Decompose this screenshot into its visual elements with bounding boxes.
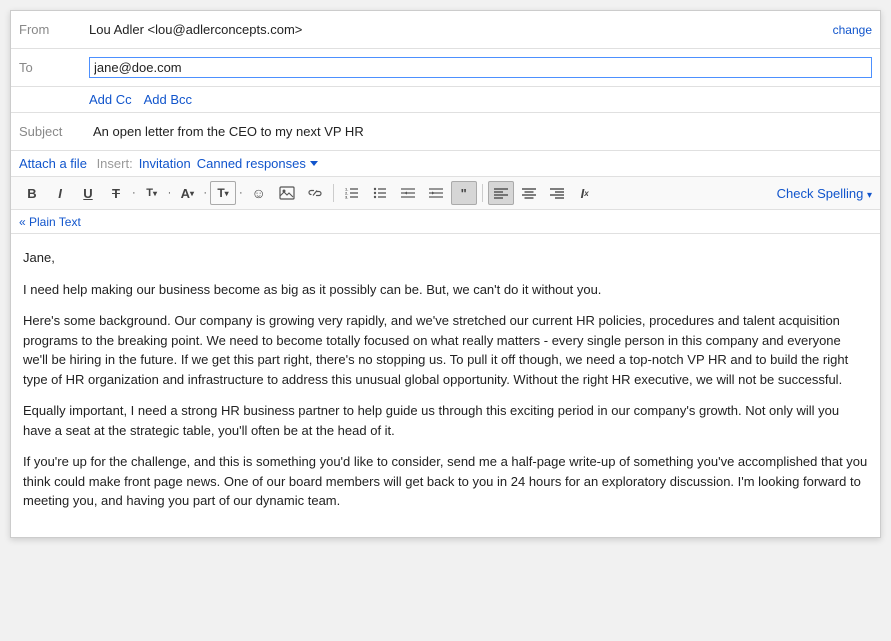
toolbar-divider2 <box>482 184 483 202</box>
bold-button[interactable]: B <box>19 181 45 205</box>
align-right-button[interactable] <box>544 181 570 205</box>
check-spelling-button[interactable]: Check Spelling ▾ <box>777 186 872 201</box>
svg-text:3.: 3. <box>345 195 348 200</box>
email-body[interactable]: Jane, I need help making our business be… <box>11 234 880 537</box>
unordered-list-button[interactable] <box>367 181 393 205</box>
indent-more-button[interactable] <box>423 181 449 205</box>
ordered-list-button[interactable]: 1. 2. 3. <box>339 181 365 205</box>
insert-separator: Insert: <box>93 156 133 171</box>
font-size-button[interactable]: T▾ <box>139 181 165 205</box>
italic-button[interactable]: I <box>47 181 73 205</box>
align-left-button[interactable] <box>488 181 514 205</box>
subject-input[interactable] <box>89 122 872 141</box>
paragraph3: Equally important, I need a strong HR bu… <box>23 401 868 440</box>
image-button[interactable] <box>274 181 300 205</box>
cc-bcc-row: Add Cc Add Bcc <box>11 87 880 113</box>
font-color-button[interactable]: A▾ <box>174 181 200 205</box>
format-toolbar: B I U T · T▾ · A▾ · T▾ · ☺ <box>11 177 880 210</box>
blockquote-button[interactable]: " <box>451 181 477 205</box>
link-button[interactable] <box>302 181 328 205</box>
paragraph2: Here's some background. Our company is g… <box>23 311 868 389</box>
emoji-button[interactable]: ☺ <box>246 181 272 205</box>
strikethrough-button[interactable]: T <box>103 181 129 205</box>
indent-less-button[interactable] <box>395 181 421 205</box>
subject-row: Subject <box>11 113 880 151</box>
attach-file-link[interactable]: Attach a file <box>19 156 87 171</box>
from-row: From Lou Adler <lou@adlerconcepts.com> c… <box>11 11 880 49</box>
canned-responses-button[interactable]: Canned responses <box>197 156 318 171</box>
add-cc-link[interactable]: Add Cc <box>89 92 132 107</box>
invitation-link[interactable]: Invitation <box>139 156 191 171</box>
subject-label: Subject <box>19 124 89 139</box>
greeting: Jane, <box>23 248 868 268</box>
to-input[interactable] <box>89 57 872 78</box>
add-bcc-link[interactable]: Add Bcc <box>144 92 192 107</box>
toolbar-divider1 <box>333 184 334 202</box>
to-label: To <box>19 60 89 75</box>
to-row: To <box>11 49 880 87</box>
clear-format-button[interactable]: Ix <box>572 181 598 205</box>
canned-responses-arrow-icon <box>310 161 318 166</box>
insert-toolbar-row: Attach a file Insert: Invitation Canned … <box>11 151 880 177</box>
from-label: From <box>19 22 89 37</box>
from-value: Lou Adler <lou@adlerconcepts.com> <box>89 22 827 37</box>
check-spelling-arrow-icon: ▾ <box>867 190 872 201</box>
plain-text-link[interactable]: « Plain Text <box>19 215 81 229</box>
change-link[interactable]: change <box>833 23 872 37</box>
paragraph4: If you're up for the challenge, and this… <box>23 452 868 511</box>
compose-window: From Lou Adler <lou@adlerconcepts.com> c… <box>10 10 881 538</box>
underline-button[interactable]: U <box>75 181 101 205</box>
plain-text-row: « Plain Text <box>11 210 880 234</box>
paragraph1: I need help making our business become a… <box>23 280 868 300</box>
align-center-button[interactable] <box>516 181 542 205</box>
text-format-button[interactable]: T▾ <box>210 181 236 205</box>
